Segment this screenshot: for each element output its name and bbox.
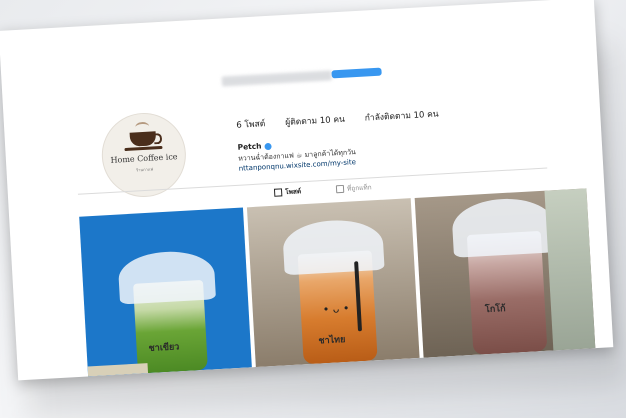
instagram-profile-screenshot: Home Coffee ice ร้านกาแฟ 6 โพสต์ ผู้ติดต… [0,0,614,381]
post-thumbnail-1[interactable]: ชาเขียว [79,207,252,377]
post-thumbnail-2[interactable]: • ᴗ • ชาไทย [246,198,420,368]
following-count[interactable]: กำลังติดตาม 10 คน [364,106,439,124]
background-window [544,188,596,351]
verified-icon [264,142,272,150]
cup-lid [281,217,385,276]
followers-count[interactable]: ผู้ติดตาม 10 คน [285,112,345,129]
brand-name: Home Coffee ice [110,152,178,165]
brand-subtitle: ร้านกาแฟ [135,166,154,173]
coffee-cup-icon [129,131,157,147]
follow-button[interactable] [331,67,382,79]
username-header [221,70,332,87]
cup-label: ชาไทย [318,335,346,347]
profile-name: Petch [237,141,272,152]
tab-posts[interactable]: โพสต์ [273,186,302,197]
tag-icon [335,184,345,194]
tab-posts-label: โพสต์ [284,187,302,197]
cup-label: ชาเขียว [148,342,180,355]
cup-lid [450,196,556,258]
profile-name-text: Petch [237,141,262,152]
saucer-icon [124,145,163,152]
face-icon: • ᴗ • [322,301,350,317]
cup-label: โกโก้ [484,304,506,316]
avatar[interactable]: Home Coffee ice ร้านกาแฟ [99,110,189,200]
post-thumbnail-3[interactable]: โกโก้ [414,188,596,358]
tab-tagged-label: ที่ถูกแท็ก [346,183,372,193]
grid-icon [273,188,283,197]
posts-count: 6 โพสต์ [236,119,266,131]
tab-tagged[interactable]: ที่ถูกแท็ก [335,182,372,194]
cup-lid [117,249,217,305]
profile-stats: 6 โพสต์ ผู้ติดตาม 10 คน กำลังติดตาม 10 ค… [236,106,439,131]
